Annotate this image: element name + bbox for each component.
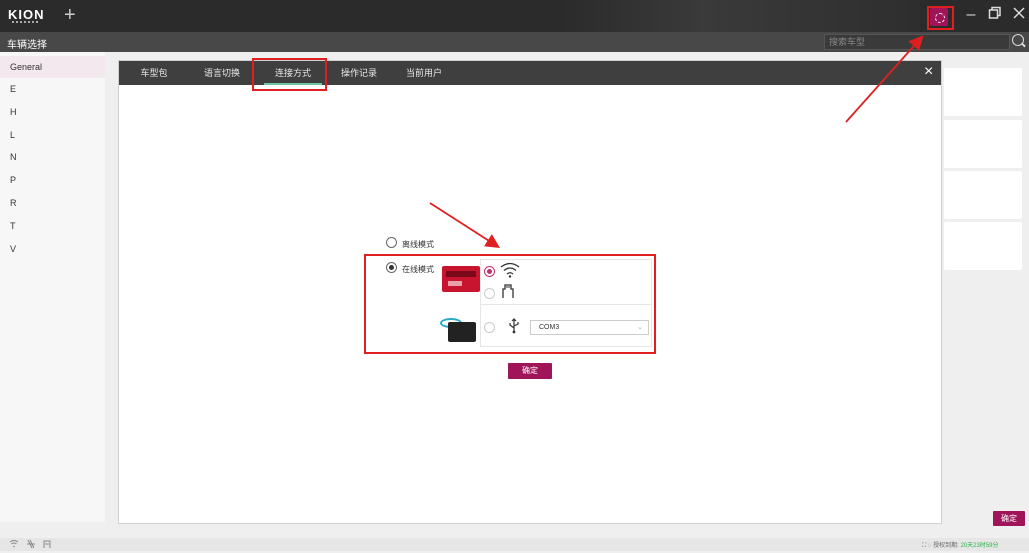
license-status: ⛶ ◌ 授权到期: 20天23时59分 [922, 540, 999, 550]
refresh-icon[interactable]: ◌ [928, 543, 932, 549]
license-remaining: 20天23时59分 [960, 543, 999, 549]
license-label: 授权到期: [933, 543, 959, 549]
annotation-arrows [429, 35, 924, 248]
expand-icon[interactable]: ⛶ [922, 543, 926, 549]
bottom-confirm-button[interactable]: 确定 [993, 511, 1025, 526]
status-bar [0, 538, 1029, 551]
